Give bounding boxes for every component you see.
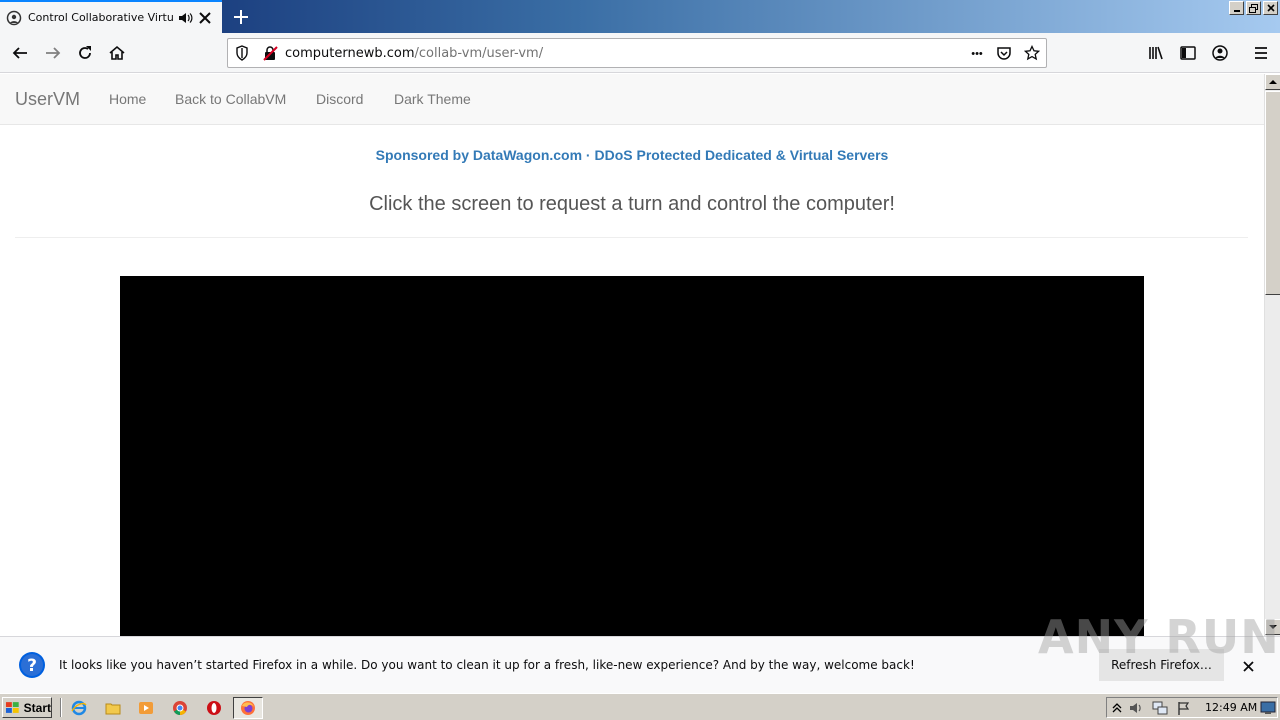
nav-discord-link[interactable]: Discord <box>316 91 363 107</box>
forward-button[interactable] <box>37 37 69 69</box>
navigation-toolbar: computernewb.com/collab-vm/user-vm/ ••• <box>0 33 1280 73</box>
active-tab[interactable]: Control Collaborative Virtual M <box>0 0 222 33</box>
address-bar[interactable]: computernewb.com/collab-vm/user-vm/ ••• <box>227 38 1047 68</box>
library-button[interactable] <box>1140 37 1172 69</box>
tab-title: Control Collaborative Virtual M <box>28 11 174 24</box>
start-button[interactable]: Start <box>2 697 52 718</box>
chrome-icon[interactable] <box>171 699 189 717</box>
tray-expand-icon[interactable] <box>1109 700 1125 716</box>
taskbar-clock[interactable]: 12:49 AM <box>1205 701 1257 714</box>
system-tray: 12:49 AM <box>1106 697 1278 718</box>
opera-icon[interactable] <box>205 699 223 717</box>
page-headline: Click the screen to request a turn and c… <box>369 193 895 215</box>
notification-message: It looks like you haven’t started Firefo… <box>59 658 915 672</box>
sponsor-link[interactable]: Sponsored by DataWagon.com · DDoS Protec… <box>0 147 1264 163</box>
minimize-button[interactable] <box>1229 1 1244 15</box>
reload-button[interactable] <box>69 37 101 69</box>
vm-display-screen[interactable] <box>120 276 1144 636</box>
scroll-up-arrow[interactable] <box>1265 74 1280 90</box>
refresh-notification-bar: ? It looks like you haven’t started Fire… <box>0 636 1280 693</box>
pocket-icon[interactable] <box>996 45 1012 61</box>
nav-dark-theme-link[interactable]: Dark Theme <box>394 91 471 107</box>
url-text: computernewb.com/collab-vm/user-vm/ <box>285 46 543 61</box>
home-button[interactable] <box>101 37 133 69</box>
divider <box>15 237 1248 238</box>
bookmark-star-icon[interactable] <box>1024 45 1040 61</box>
firefox-icon <box>241 701 255 715</box>
new-tab-button[interactable] <box>228 4 254 30</box>
refresh-firefox-button[interactable]: Refresh Firefox… <box>1099 649 1224 681</box>
taskbar-separator <box>60 698 62 717</box>
show-desktop-icon[interactable] <box>1260 700 1276 716</box>
window-controls <box>1229 1 1278 15</box>
tab-strip: Control Collaborative Virtual M <box>0 0 1280 33</box>
account-button[interactable] <box>1204 37 1236 69</box>
tracking-protection-icon[interactable] <box>234 45 250 61</box>
file-explorer-icon[interactable] <box>104 699 122 717</box>
page-content: UserVM Home Back to CollabVM Discord Dar… <box>0 74 1264 636</box>
start-label: Start <box>23 700 51 715</box>
taskbar-firefox-window[interactable] <box>233 697 263 719</box>
site-brand[interactable]: UserVM <box>15 89 80 110</box>
site-favicon-icon <box>6 10 22 26</box>
url-path: /collab-vm/user-vm/ <box>414 46 544 61</box>
notification-close-icon[interactable] <box>1240 658 1256 674</box>
insecure-lock-icon[interactable] <box>262 45 278 61</box>
internet-explorer-icon[interactable] <box>70 699 88 717</box>
network-icon[interactable] <box>1152 700 1168 716</box>
back-button[interactable] <box>4 37 36 69</box>
action-center-flag-icon[interactable] <box>1176 700 1192 716</box>
question-icon: ? <box>18 651 46 679</box>
page-actions-icon[interactable]: ••• <box>966 46 988 62</box>
svg-text:?: ? <box>27 656 37 676</box>
restore-button[interactable] <box>1246 1 1261 15</box>
windows-taskbar: Start 12:49 AM <box>0 693 1280 720</box>
volume-icon[interactable] <box>1128 700 1144 716</box>
tab-close-icon[interactable] <box>197 10 213 26</box>
scroll-thumb[interactable] <box>1265 91 1280 295</box>
nav-home-link[interactable]: Home <box>109 91 146 107</box>
scroll-down-arrow[interactable] <box>1265 619 1280 635</box>
url-host: computernewb.com <box>285 46 415 61</box>
nav-back-to-collabvm-link[interactable]: Back to CollabVM <box>175 91 286 107</box>
menu-button[interactable] <box>1245 37 1277 69</box>
media-player-icon[interactable] <box>137 699 155 717</box>
tab-audio-icon[interactable] <box>177 10 193 26</box>
site-navbar: UserVM Home Back to CollabVM Discord Dar… <box>0 74 1264 125</box>
close-window-button[interactable] <box>1263 1 1278 15</box>
sidebar-button[interactable] <box>1172 37 1204 69</box>
windows-flag-icon <box>5 701 19 713</box>
page-scrollbar[interactable] <box>1264 74 1280 636</box>
